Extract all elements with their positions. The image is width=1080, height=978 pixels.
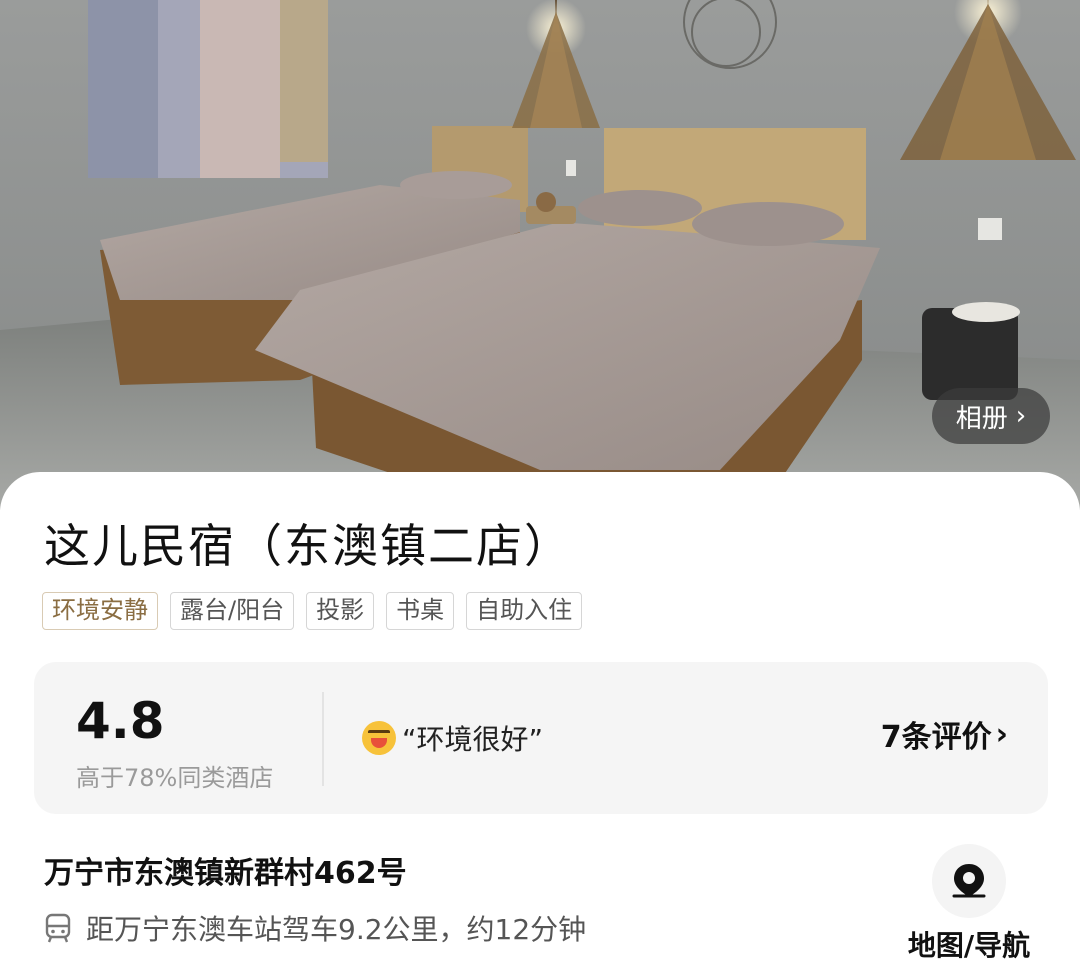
distance-text: 距万宁东澳车站驾车9.2公里，约12分钟 bbox=[86, 913, 587, 946]
laughing-emoji-icon bbox=[362, 721, 396, 755]
distance-info: 距万宁东澳车站驾车9.2公里，约12分钟 bbox=[44, 908, 586, 948]
map-navigation-label: 地图/导航 bbox=[907, 929, 1031, 962]
hotel-name: 这儿民宿（东澳镇二店） bbox=[44, 519, 572, 573]
review-highlight: “环境很好” bbox=[362, 718, 543, 758]
chevron-right-icon: › bbox=[1015, 401, 1027, 431]
album-button-label: 相册 bbox=[955, 403, 1008, 434]
divider bbox=[322, 692, 324, 786]
feature-tags: 环境安静 露台/阳台 投影 书桌 自助入住 bbox=[42, 592, 583, 630]
map-icon-circle bbox=[932, 844, 1006, 918]
chevron-right-icon: › bbox=[995, 716, 1008, 752]
map-navigation-button[interactable]: 地图/导航 bbox=[896, 844, 1042, 964]
bus-icon bbox=[45, 913, 71, 943]
feature-tag: 自助入住 bbox=[466, 592, 583, 630]
feature-tag: 露台/阳台 bbox=[170, 592, 295, 630]
rating-comparison: 高于78%同类酒店 bbox=[76, 764, 274, 792]
feature-tag: 书桌 bbox=[386, 592, 455, 630]
rating-score: 4.8 bbox=[76, 692, 165, 750]
hotel-address: 万宁市东澳镇新群村462号 bbox=[44, 856, 407, 891]
review-count-label: 7条评价 bbox=[880, 720, 992, 755]
feature-tag: 投影 bbox=[306, 592, 375, 630]
album-button[interactable]: 相册 › bbox=[932, 388, 1050, 444]
room-photo[interactable]: 相册 › bbox=[0, 0, 1080, 510]
room-photo-illustration bbox=[0, 0, 1080, 510]
review-quote: “环境很好” bbox=[402, 723, 544, 756]
review-count-link[interactable]: 7条评价 › bbox=[881, 712, 1008, 756]
feature-tag: 环境安静 bbox=[42, 592, 158, 630]
hotel-info-sheet: 这儿民宿（东澳镇二店） 环境安静 露台/阳台 投影 书桌 自助入住 4.8 高于… bbox=[0, 472, 1080, 978]
review-summary-card[interactable]: 4.8 高于78%同类酒店 “环境很好” 7条评价 › bbox=[34, 662, 1048, 814]
location-pin-icon bbox=[952, 864, 986, 898]
